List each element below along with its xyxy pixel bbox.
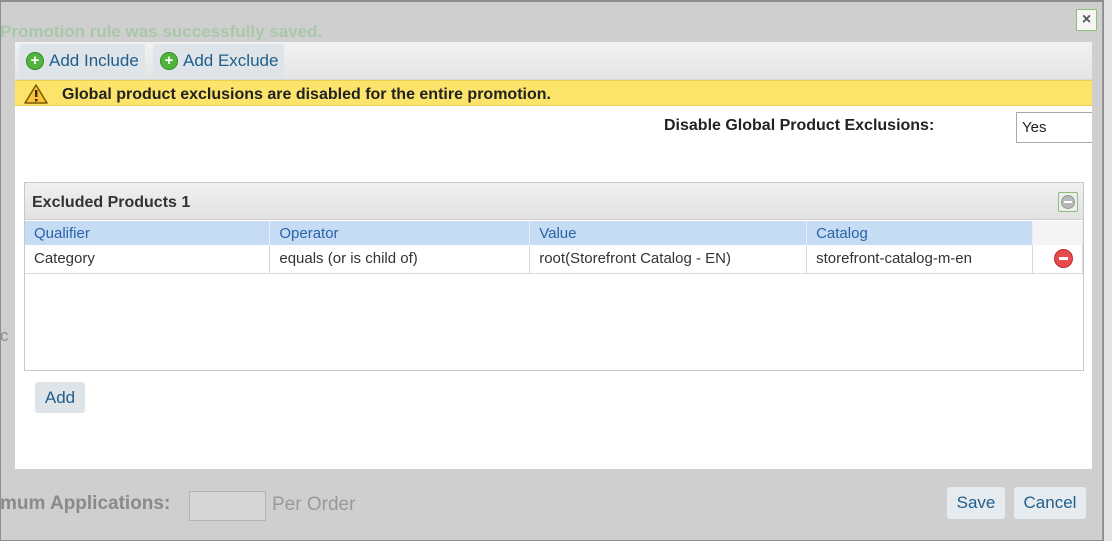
column-header-value[interactable]: Value	[529, 221, 808, 245]
excluded-products-panel: Excluded Products 1 Qualifier Operator V…	[24, 182, 1084, 371]
success-message: Promotion rule was successfully saved.	[0, 22, 323, 41]
max-applications-input[interactable]	[189, 491, 266, 521]
cell-operator: equals (or is child of)	[269, 245, 531, 274]
disable-global-exclusions-label: Disable Global Product Exclusions:	[664, 117, 935, 134]
panel-header: Excluded Products 1	[25, 183, 1083, 220]
cancel-button[interactable]: Cancel	[1014, 487, 1086, 519]
disable-global-exclusions-select[interactable]: Yes	[1016, 112, 1092, 143]
add-exclude-button[interactable]: + Add Exclude	[153, 44, 285, 78]
column-header-operator[interactable]: Operator	[269, 221, 531, 245]
add-button[interactable]: Add	[35, 382, 85, 413]
plus-circle-icon: +	[26, 52, 44, 70]
exclusion-dialog: + Add Include + Add Exclude Global produ…	[15, 42, 1092, 469]
delete-circle-icon[interactable]	[1053, 249, 1073, 269]
window-edge	[1102, 0, 1112, 541]
plus-circle-icon: +	[160, 52, 178, 70]
excluded-products-table: Qualifier Operator Value Catalog Categor…	[25, 221, 1084, 274]
add-exclude-label: Add Exclude	[183, 51, 279, 70]
collapse-button[interactable]	[1058, 192, 1078, 212]
column-header-qualifier[interactable]: Qualifier	[25, 221, 271, 245]
add-include-button[interactable]: + Add Include	[19, 44, 145, 78]
cell-value: root(Storefront Catalog - EN)	[529, 245, 808, 274]
warning-text: Global product exclusions are disabled f…	[62, 86, 551, 103]
partial-label: c	[0, 326, 9, 345]
dialog-toolbar: + Add Include + Add Exclude	[15, 42, 1092, 80]
panel-title: Excluded Products 1	[32, 194, 191, 211]
per-order-label: Per Order	[272, 494, 356, 515]
add-include-label: Add Include	[49, 51, 139, 70]
table-row[interactable]: Category equals (or is child of) root(St…	[25, 245, 1084, 274]
cell-actions	[1032, 245, 1084, 274]
table-header-row: Qualifier Operator Value Catalog	[25, 221, 1084, 245]
save-button[interactable]: Save	[947, 487, 1005, 519]
max-applications-label: mum Applications:	[0, 493, 171, 514]
close-icon[interactable]: ×	[1076, 9, 1097, 31]
warning-triangle-icon	[24, 84, 48, 104]
minus-circle-icon	[1061, 195, 1075, 209]
cell-qualifier: Category	[25, 245, 271, 274]
warning-banner: Global product exclusions are disabled f…	[15, 80, 1092, 106]
column-header-actions	[1032, 221, 1084, 245]
column-header-catalog[interactable]: Catalog	[806, 221, 1033, 245]
cell-catalog: storefront-catalog-m-en	[806, 245, 1033, 274]
